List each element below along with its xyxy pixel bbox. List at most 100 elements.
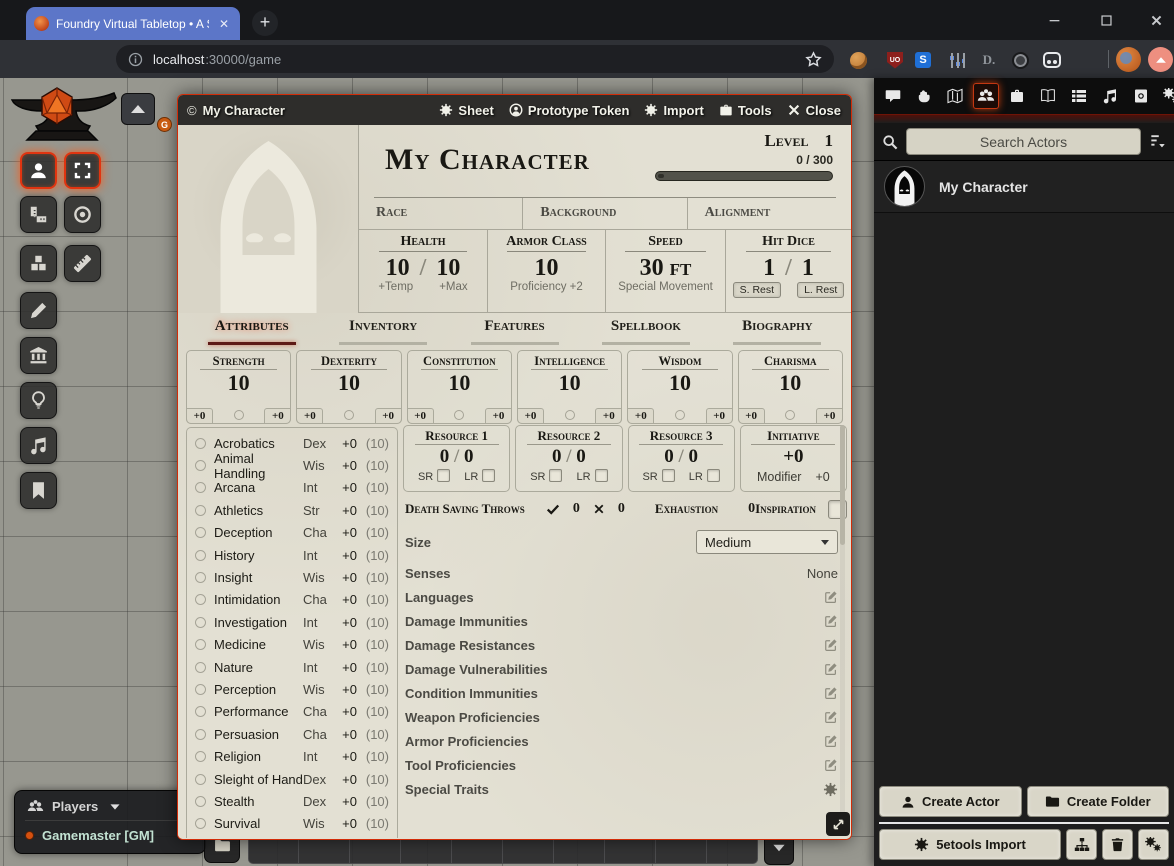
exhaustion-value[interactable]: 0 <box>748 501 755 517</box>
window-close-button[interactable] <box>1136 8 1174 32</box>
sort-icon[interactable] <box>1149 133 1166 150</box>
skill-row[interactable]: Intimidation Cha +0 (10) <box>187 589 397 611</box>
scene-tool-tiles[interactable] <box>20 245 57 282</box>
sheet-tab-biography[interactable]: Biography <box>712 316 843 348</box>
skill-proficiency-radio[interactable] <box>195 550 206 561</box>
foundry-canvas[interactable]: Players Gamemaster [GM] © My Character S… <box>0 78 1174 866</box>
players-header[interactable]: Players <box>25 796 195 821</box>
ability-mod[interactable]: +0 <box>186 408 213 424</box>
scene-tool-sounds[interactable] <box>20 427 57 464</box>
armor-class-block[interactable]: Armor Class 10 Proficiency +2 <box>487 230 605 312</box>
size-select[interactable]: Medium <box>696 530 838 554</box>
ability-score[interactable]: 10 <box>297 371 400 395</box>
ability-save[interactable]: +0 <box>816 408 843 424</box>
hp-max[interactable]: 10 <box>436 255 460 281</box>
resource[interactable]: Resource 1 0 / 0 SR LR <box>403 425 510 492</box>
skill-proficiency-radio[interactable] <box>195 706 206 717</box>
resource-current[interactable]: 0 <box>440 446 450 467</box>
skill-row[interactable]: Sleight of Hand Dex +0 (10) <box>187 768 397 790</box>
ability-score[interactable]: 10 <box>408 371 511 395</box>
hp-tempmax-label[interactable]: +Max <box>439 281 467 293</box>
sidebar-tab-compendium[interactable] <box>1128 83 1154 109</box>
death-success-count[interactable]: 0 <box>573 501 580 517</box>
skill-proficiency-radio[interactable] <box>195 639 206 650</box>
skill-row[interactable]: Medicine Wis +0 (10) <box>187 634 397 656</box>
short-rest-checkbox[interactable] <box>662 469 675 482</box>
skill-row[interactable]: Nature Int +0 (10) <box>187 656 397 678</box>
detail-field-alignment[interactable]: Alignment <box>687 198 851 229</box>
character-sheet-window[interactable]: © My Character Sheet Prototype Token Imp… <box>178 95 851 839</box>
window-maximize-button[interactable] <box>1086 8 1126 32</box>
skill-proficiency-radio[interactable] <box>195 684 206 695</box>
skill-row[interactable]: Animal Handling Wis +0 (10) <box>187 454 397 476</box>
hd-max[interactable]: 1 <box>802 255 814 281</box>
edit-icon[interactable] <box>824 734 838 748</box>
skill-proficiency-radio[interactable] <box>195 729 206 740</box>
ability-save[interactable]: +0 <box>485 408 512 424</box>
skill-row[interactable]: Athletics Str +0 (10) <box>187 499 397 521</box>
save-proficiency-radio[interactable] <box>454 410 464 420</box>
config-gear-icon[interactable] <box>823 782 838 797</box>
browser-profile-button[interactable] <box>1148 47 1173 72</box>
ability-wisdom[interactable]: Wisdom 10 +0 +0 <box>627 350 732 424</box>
health-block[interactable]: Health 10/10 +Temp+Max <box>359 230 487 312</box>
sidebar-tab-settings[interactable] <box>1159 83 1174 109</box>
ability-score[interactable]: 10 <box>739 371 842 395</box>
skill-proficiency-radio[interactable] <box>195 796 206 807</box>
edit-icon[interactable] <box>824 662 838 676</box>
create-folder-button[interactable]: Create Folder <box>1027 786 1170 817</box>
edit-icon[interactable] <box>824 590 838 604</box>
sidebar-tab-tables[interactable] <box>1066 83 1092 109</box>
skill-proficiency-radio[interactable] <box>195 527 206 538</box>
site-info-icon[interactable] <box>128 52 143 67</box>
skill-row[interactable]: Deception Cha +0 (10) <box>187 522 397 544</box>
skill-row[interactable]: Performance Cha +0 (10) <box>187 701 397 723</box>
resource-max[interactable]: 0 <box>576 446 586 467</box>
scene-tool-walls[interactable] <box>20 337 57 374</box>
ext-ring[interactable] <box>1009 49 1031 71</box>
ability-mod[interactable]: +0 <box>296 408 323 424</box>
header-button-import[interactable]: Import <box>644 103 703 118</box>
scene-tool-measure[interactable] <box>20 196 57 233</box>
delete-button[interactable] <box>1102 829 1133 860</box>
death-fail-icon[interactable] <box>593 503 605 515</box>
resource-current[interactable]: 0 <box>552 446 562 467</box>
skill-proficiency-radio[interactable] <box>195 774 206 785</box>
hit-dice-block[interactable]: Hit Dice 1/1 S. RestL. Rest <box>725 230 851 312</box>
skill-row[interactable]: Insight Wis +0 (10) <box>187 566 397 588</box>
skill-proficiency-radio[interactable] <box>195 617 206 628</box>
long-rest-checkbox[interactable] <box>595 469 608 482</box>
ability-score[interactable]: 10 <box>518 371 621 395</box>
ability-save[interactable]: +0 <box>706 408 733 424</box>
ext-cookie[interactable] <box>847 49 869 71</box>
skill-proficiency-radio[interactable] <box>195 594 206 605</box>
skill-proficiency-radio[interactable] <box>195 460 206 471</box>
death-fail-count[interactable]: 0 <box>618 501 625 517</box>
save-proficiency-radio[interactable] <box>785 410 795 420</box>
hp-temp-label[interactable]: +Temp <box>378 281 413 293</box>
sidebar-tab-items[interactable] <box>1004 83 1030 109</box>
skill-row[interactable]: Religion Int +0 (10) <box>187 745 397 767</box>
browser-avatar[interactable] <box>1116 47 1141 72</box>
ext-pod[interactable] <box>1041 49 1063 71</box>
short-rest-checkbox[interactable] <box>549 469 562 482</box>
ability-score[interactable]: 10 <box>628 371 731 395</box>
edit-icon[interactable] <box>824 710 838 724</box>
create-actor-button[interactable]: Create Actor <box>879 786 1022 817</box>
actor-entry[interactable]: My Character <box>874 161 1174 213</box>
initiative-block[interactable]: Initiative +0 Modifier+0 <box>740 425 847 492</box>
sidebar-tab-chat[interactable] <box>880 83 906 109</box>
long-rest-checkbox[interactable] <box>707 469 720 482</box>
skill-row[interactable]: Arcana Int +0 (10) <box>187 477 397 499</box>
short-rest-checkbox[interactable] <box>437 469 450 482</box>
5etools-import-button[interactable]: 5etools Import <box>879 829 1061 860</box>
sidebar-tab-combat[interactable] <box>911 83 937 109</box>
settings-button[interactable] <box>1138 829 1169 860</box>
sidebar-tab-journal[interactable] <box>1035 83 1061 109</box>
ability-intelligence[interactable]: Intelligence 10 +0 +0 <box>517 350 622 424</box>
resource-current[interactable]: 0 <box>664 446 674 467</box>
scene-tool-drawings[interactable] <box>20 292 57 329</box>
sheet-tab-spellbook[interactable]: Spellbook <box>580 316 711 348</box>
xp-value[interactable]: 0 / 300 <box>796 153 833 167</box>
resource[interactable]: Resource 3 0 / 0 SR LR <box>628 425 735 492</box>
